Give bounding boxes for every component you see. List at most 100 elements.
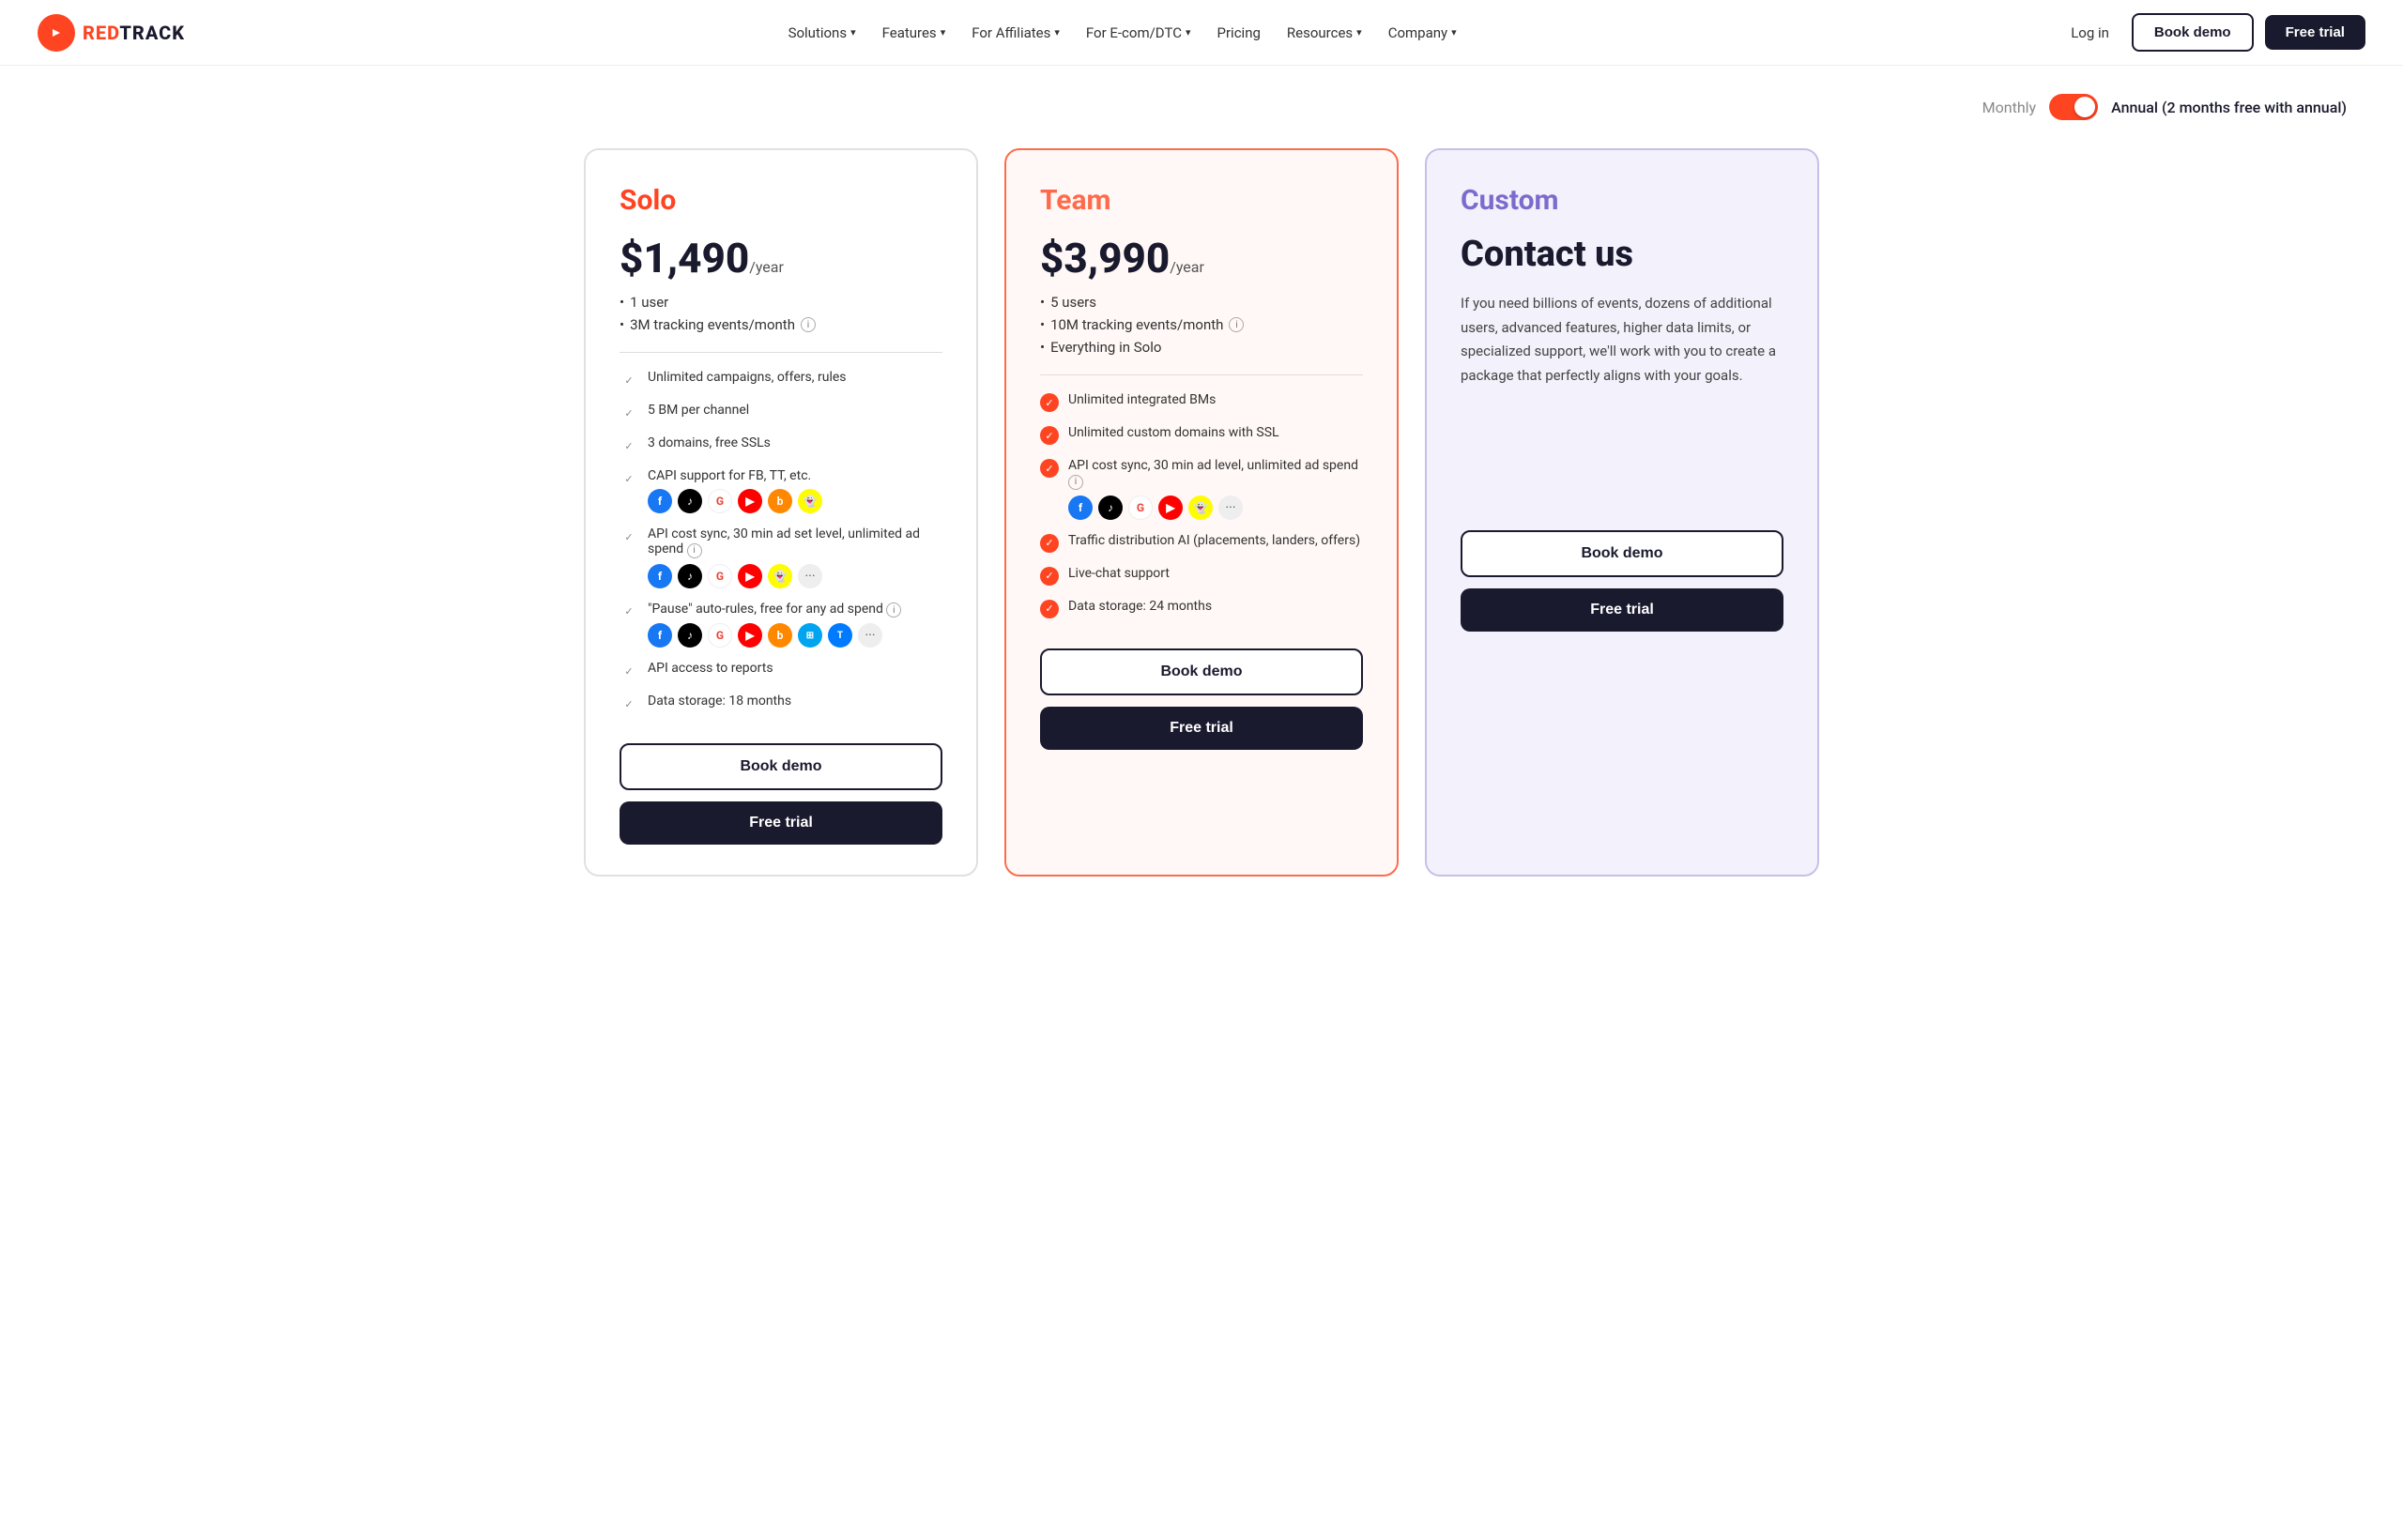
feature-item: ✓ Unlimited campaigns, offers, rules (620, 370, 942, 389)
social-icons: f ♪ G ▶ 👻 ··· (1068, 496, 1363, 520)
free-trial-button[interactable]: Free trial (2265, 15, 2365, 50)
nav-company[interactable]: Company ▾ (1388, 24, 1457, 41)
team-card-buttons: Book demo Free trial (1040, 618, 1363, 750)
feature-item: ✓ CAPI support for FB, TT, etc. f ♪ G ▶ … (620, 468, 942, 513)
info-icon[interactable]: i (1068, 475, 1083, 490)
chevron-down-icon: ▾ (1356, 26, 1362, 38)
tiktok-icon: ♪ (678, 489, 702, 513)
facebook-icon: f (1068, 496, 1093, 520)
nav-resources[interactable]: Resources ▾ (1287, 24, 1362, 41)
feature-item: ✓ API cost sync, 30 min ad level, unlimi… (1040, 458, 1363, 520)
check-icon: ✓ (620, 602, 638, 621)
navbar: REDTRACK Solutions ▾ Features ▾ For Affi… (0, 0, 2403, 66)
youtube-icon: ▶ (738, 564, 762, 588)
more-icon: ··· (858, 623, 882, 648)
team-meta-users: • 5 users (1040, 294, 1363, 311)
chevron-down-icon: ▾ (850, 26, 856, 38)
annual-label: Annual (2 months free with annual) (2111, 99, 2347, 116)
check-icon: ✓ (620, 404, 638, 422)
google-icon: G (708, 489, 732, 513)
check-icon: ✓ (620, 527, 638, 546)
solo-card-buttons: Book demo Free trial (620, 713, 942, 845)
custom-free-trial-button[interactable]: Free trial (1461, 588, 1783, 632)
feature-item: ✓ API access to reports (620, 661, 942, 680)
more-icon: ··· (798, 564, 822, 588)
youtube-icon: ▶ (738, 623, 762, 648)
check-icon: ✓ (1040, 459, 1059, 478)
team-free-trial-button[interactable]: Free trial (1040, 707, 1363, 750)
google-icon: G (708, 564, 732, 588)
info-icon[interactable]: i (801, 317, 816, 332)
solo-card: Solo $1,490/year • 1 user • 3M tracking … (584, 148, 978, 877)
custom-plan-name: Custom (1461, 184, 1783, 217)
custom-description: If you need billions of events, dozens o… (1461, 292, 1783, 388)
info-icon[interactable]: i (687, 543, 702, 558)
facebook-icon: f (648, 489, 672, 513)
login-button[interactable]: Log in (2059, 17, 2120, 49)
divider (620, 352, 942, 353)
toggle-thumb (2074, 97, 2095, 117)
team-meta-everything: • Everything in Solo (1040, 339, 1363, 356)
divider (1040, 374, 1363, 375)
custom-contact-label: Contact us (1461, 234, 1783, 275)
check-icon: ✓ (1040, 534, 1059, 553)
feature-item: ✓ Unlimited integrated BMs (1040, 392, 1363, 412)
check-icon: ✓ (620, 662, 638, 680)
solo-free-trial-button[interactable]: Free trial (620, 801, 942, 845)
solo-meta: • 1 user • 3M tracking events/month i (620, 294, 942, 333)
feature-item: ✓ Live-chat support (1040, 566, 1363, 586)
chevron-down-icon: ▾ (1451, 26, 1457, 38)
chevron-down-icon: ▾ (941, 26, 946, 38)
nav-links: Solutions ▾ Features ▾ For Affiliates ▾ … (788, 24, 1457, 41)
team-meta: • 5 users • 10M tracking events/month i … (1040, 294, 1363, 356)
book-demo-button[interactable]: Book demo (2132, 13, 2254, 52)
team-book-demo-button[interactable]: Book demo (1040, 648, 1363, 695)
google-icon: G (708, 623, 732, 648)
feature-item: ✓ Traffic distribution AI (placements, l… (1040, 533, 1363, 553)
info-icon[interactable]: i (1229, 317, 1244, 332)
bing-icon: b (768, 623, 792, 648)
custom-book-demo-button[interactable]: Book demo (1461, 530, 1783, 577)
feature-item: ✓ Data storage: 18 months (620, 694, 942, 713)
check-icon: ✓ (1040, 600, 1059, 618)
team-price-unit: /year (1170, 258, 1204, 276)
check-icon: ✓ (620, 694, 638, 713)
tiktok-icon: ♪ (678, 623, 702, 648)
chevron-down-icon: ▾ (1054, 26, 1060, 38)
solo-plan-name: Solo (620, 184, 942, 217)
solo-features-list: ✓ Unlimited campaigns, offers, rules ✓ 5… (620, 370, 942, 713)
tiktok-icon: ♪ (1098, 496, 1123, 520)
nav-solutions[interactable]: Solutions ▾ (788, 24, 856, 41)
solo-price-unit: /year (749, 258, 784, 276)
chevron-down-icon: ▾ (1186, 26, 1191, 38)
custom-card-buttons: Book demo Free trial (1461, 500, 1783, 632)
team-card: Team $3,990/year • 5 users • 10M trackin… (1004, 148, 1399, 877)
billing-toggle-switch[interactable] (2049, 94, 2098, 120)
logo[interactable]: REDTRACK (38, 14, 185, 52)
nav-features[interactable]: Features ▾ (882, 24, 946, 41)
social-icons: f ♪ G ▶ b 👻 (648, 489, 822, 513)
youtube-icon: ▶ (738, 489, 762, 513)
bing-icon: b (768, 489, 792, 513)
solo-book-demo-button[interactable]: Book demo (620, 743, 942, 790)
team-plan-name: Team (1040, 184, 1363, 217)
facebook-icon: f (648, 564, 672, 588)
snapchat-icon: 👻 (1188, 496, 1213, 520)
nav-pricing[interactable]: Pricing (1217, 24, 1261, 41)
tiktok-icon: ♪ (678, 564, 702, 588)
solo-price-container: $1,490/year (620, 234, 942, 282)
snapchat-icon: 👻 (798, 489, 822, 513)
nav-affiliates[interactable]: For Affiliates ▾ (972, 24, 1060, 41)
social-icons: f ♪ G ▶ 👻 ··· (648, 564, 942, 588)
team-price: $3,990 (1040, 234, 1170, 282)
facebook-icon: f (648, 623, 672, 648)
info-icon[interactable]: i (886, 602, 901, 618)
nav-actions: Log in Book demo Free trial (2059, 13, 2365, 52)
nav-ecom[interactable]: For E-com/DTC ▾ (1086, 24, 1191, 41)
taboola-icon: T (828, 623, 852, 648)
check-icon: ✓ (620, 436, 638, 455)
logo-text: REDTRACK (83, 22, 185, 44)
feature-item: ✓ API cost sync, 30 min ad set level, un… (620, 526, 942, 588)
pricing-section: Solo $1,490/year • 1 user • 3M tracking … (0, 139, 2403, 933)
feature-item: ✓ 3 domains, free SSLs (620, 435, 942, 455)
